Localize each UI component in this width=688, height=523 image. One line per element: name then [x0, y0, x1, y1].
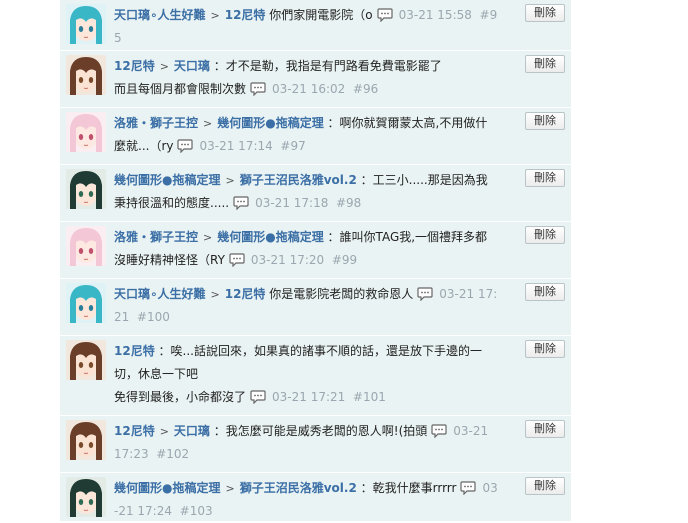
author-link[interactable]: 12尼特: [114, 424, 155, 438]
comment-text: ：乾我什麼事rrrrr: [360, 481, 457, 495]
comment-content: 洛雅・獅子王控 > 幾何圖形●拖稿定理 ：誰叫你TAG我,一個禮拜多都沒睡好精神怪怪…: [114, 226, 499, 272]
comment-text: 你是電影院老闆的救命恩人: [269, 287, 414, 301]
comment-text: ：唉...話說回來，如果真的諸事不順的話，還是放下手邊的一切，休息一下吧: [114, 344, 482, 381]
comment-date: 03-21 17:21: [272, 390, 346, 404]
author-link[interactable]: 12尼特: [114, 59, 155, 73]
reply-target-link[interactable]: 12尼特: [225, 287, 266, 301]
delete-button[interactable]: 刪除: [525, 112, 565, 130]
delete-button[interactable]: 刪除: [525, 169, 565, 187]
reply-arrow-icon: >: [225, 482, 235, 495]
comment-date: 03-21 16:02: [272, 82, 346, 96]
author-link[interactable]: 天口璃∘人生好難: [114, 287, 206, 301]
delete-button[interactable]: 刪除: [525, 420, 565, 438]
comment-row: 洛雅・獅子王控 > 幾何圖形●拖稿定理 ：誰叫你TAG我,一個禮拜多都沒睡好精神怪怪…: [60, 222, 571, 279]
brown-hair-avatar[interactable]: [66, 340, 106, 380]
author-link[interactable]: 洛雅・獅子王控: [114, 230, 198, 244]
delete-button[interactable]: 刪除: [525, 226, 565, 244]
comment-bubble-icon[interactable]: [229, 253, 245, 267]
comment-date: 03-21 15:58: [398, 8, 472, 22]
delete-button[interactable]: 刪除: [525, 4, 565, 22]
comment-content: 幾何圖形●拖稿定理 > 獅子王沼民洛雅vol.2 ：工三小.....那是因為我秉持很…: [114, 169, 499, 215]
comment-content: 幾何圖形●拖稿定理 > 獅子王沼民洛雅vol.2 ：乾我什麼事rrrrr 03-21…: [114, 477, 499, 523]
comment-number[interactable]: #102: [156, 447, 189, 461]
comment-number[interactable]: #101: [353, 390, 386, 404]
teal-hair-avatar[interactable]: [66, 4, 106, 44]
reply-arrow-icon: >: [159, 425, 169, 438]
comment-number[interactable]: #99: [332, 253, 357, 267]
reply-target-link[interactable]: 獅子王沼民洛雅vol.2: [240, 481, 357, 495]
comment-content: 12尼特 > 天口璃 ：才不是勒，我指是有門路看免費電影罷了 而且每個月都會限制次數 …: [114, 55, 499, 101]
comment-text-line2: 免得到最後，小命都沒了: [114, 390, 247, 404]
teal-hair-avatar[interactable]: [66, 283, 106, 323]
comment-bubble-icon[interactable]: [250, 82, 266, 96]
comment-content: 洛雅・獅子王控 > 幾何圖形●拖稿定理 ：啊你就賀爾蒙太高,不用做什麼就...（ry…: [114, 112, 499, 158]
comment-number[interactable]: #96: [353, 82, 378, 96]
reply-arrow-icon: >: [210, 288, 220, 301]
brown-hair-avatar[interactable]: [66, 55, 106, 95]
delete-button[interactable]: 刪除: [525, 477, 565, 495]
brown-hair-avatar[interactable]: [66, 420, 106, 460]
reply-target-link[interactable]: 獅子王沼民洛雅vol.2: [240, 173, 357, 187]
comment-date: 03-21 17:20: [250, 253, 325, 267]
comment-bubble-icon[interactable]: [177, 139, 194, 153]
comment-row: 12尼特 ：唉...話說回來，如果真的諸事不順的話，還是放下手邊的一切，休息一下…: [60, 336, 571, 416]
comment-row: 洛雅・獅子王控 > 幾何圖形●拖稿定理 ：啊你就賀爾蒙太高,不用做什麼就...（ry…: [60, 108, 571, 165]
author-link[interactable]: 幾何圖形●拖稿定理: [114, 173, 220, 187]
reply-arrow-icon: >: [210, 9, 220, 22]
reply-target-link[interactable]: 幾何圖形●拖稿定理: [217, 230, 323, 244]
author-link[interactable]: 幾何圖形●拖稿定理: [114, 481, 220, 495]
reply-target-link[interactable]: 天口璃: [174, 424, 210, 438]
comment-bubble-icon[interactable]: [250, 390, 266, 404]
reply-target-link[interactable]: 天口璃: [174, 59, 210, 73]
comment-row: 天口璃∘人生好難 >12尼特 你是電影院老闆的救命恩人 03-21 17:21 #…: [60, 279, 571, 336]
comment-date: 03-21 17:14: [199, 139, 273, 153]
comment-content: 天口璃∘人生好難 >12尼特 你們家開電影院（o 03-21 15:58 #95: [114, 4, 499, 50]
pink-hair-avatar[interactable]: [66, 112, 106, 152]
comment-content: 12尼特 ：唉...話說回來，如果真的諸事不順的話，還是放下手邊的一切，休息一下…: [114, 340, 499, 409]
comment-text: ：才不是勒，我指是有門路看免費電影罷了: [213, 59, 442, 73]
dark-hat-avatar[interactable]: [66, 477, 106, 517]
comment-row: 幾何圖形●拖稿定理 > 獅子王沼民洛雅vol.2 ：乾我什麼事rrrrr 03-21…: [60, 473, 571, 522]
author-link[interactable]: 12尼特: [114, 344, 155, 358]
delete-button[interactable]: 刪除: [525, 55, 565, 73]
comment-number[interactable]: #103: [180, 504, 213, 518]
reply-arrow-icon: >: [203, 231, 213, 244]
author-link[interactable]: 天口璃∘人生好難: [114, 8, 206, 22]
comment-row: 天口璃∘人生好難 >12尼特 你們家開電影院（o 03-21 15:58 #95 刪…: [60, 0, 571, 51]
reply-arrow-icon: >: [159, 60, 169, 73]
pink-hair-avatar[interactable]: [66, 226, 106, 266]
reply-target-link[interactable]: 幾何圖形●拖稿定理: [217, 116, 323, 130]
comment-content: 天口璃∘人生好難 >12尼特 你是電影院老闆的救命恩人 03-21 17:21 #…: [114, 283, 499, 329]
comment-row: 幾何圖形●拖稿定理 > 獅子王沼民洛雅vol.2 ：工三小.....那是因為我秉持很…: [60, 165, 571, 222]
delete-button[interactable]: 刪除: [525, 340, 565, 358]
comment-text: 你們家開電影院（o: [269, 8, 373, 22]
comment-row: 12尼特 > 天口璃 ：我怎麼可能是威秀老闆的恩人啊!(拍頭 03-21 17:23…: [60, 416, 571, 473]
comment-bubble-icon[interactable]: [377, 8, 393, 22]
comment-text-line2: 而且每個月都會限制次數: [114, 82, 247, 96]
reply-arrow-icon: >: [225, 174, 235, 187]
comment-text: ：我怎麼可能是威秀老闆的恩人啊!(拍頭: [213, 424, 428, 438]
comment-date: 03-21 17:18: [255, 196, 329, 210]
comment-number[interactable]: #100: [137, 310, 170, 324]
comment-number[interactable]: #97: [280, 139, 305, 153]
delete-button[interactable]: 刪除: [525, 283, 565, 301]
author-link[interactable]: 洛雅・獅子王控: [114, 116, 198, 130]
comment-bubble-icon[interactable]: [417, 287, 433, 301]
comment-content: 12尼特 > 天口璃 ：我怎麼可能是威秀老闆的恩人啊!(拍頭 03-21 17:23…: [114, 420, 499, 466]
comment-bubble-icon[interactable]: [460, 481, 477, 495]
dark-hat-avatar[interactable]: [66, 169, 106, 209]
comment-number[interactable]: #98: [336, 196, 361, 210]
reply-target-link[interactable]: 12尼特: [225, 8, 266, 22]
comment-row: 12尼特 > 天口璃 ：才不是勒，我指是有門路看免費電影罷了 而且每個月都會限制次數 …: [60, 51, 571, 108]
comment-bubble-icon[interactable]: [233, 196, 249, 210]
reply-arrow-icon: >: [203, 117, 213, 130]
comment-feed: 天口璃∘人生好難 >12尼特 你們家開電影院（o 03-21 15:58 #95 刪…: [60, 0, 571, 522]
comment-bubble-icon[interactable]: [431, 424, 447, 438]
